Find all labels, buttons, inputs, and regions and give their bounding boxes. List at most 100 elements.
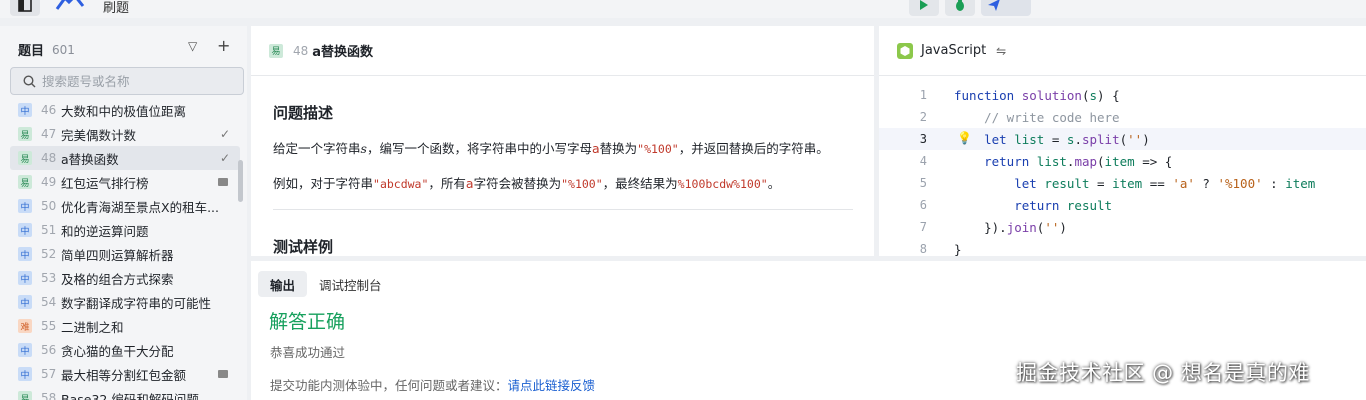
difficulty-badge: 中 <box>18 367 32 381</box>
output-tabs: 输出 调试控制台 <box>258 271 394 297</box>
logo-icon <box>55 0 87 14</box>
problem-name: 二进制之和 <box>61 319 124 335</box>
feedback-link[interactable]: 请点此链接反馈 <box>508 378 596 393</box>
list-item[interactable]: 易 48 a替换函数 ✓ <box>10 146 240 170</box>
add-icon[interactable]: + <box>217 36 230 55</box>
problem-count: 601 <box>52 42 75 57</box>
code-line: 5 let result = item == 'a' ? '%100' : it… <box>879 172 1366 194</box>
send-icon <box>988 0 1000 11</box>
difficulty-badge: 中 <box>18 271 32 285</box>
problem-description: 问题描述 给定一个字符串s，编写一个函数，将字符串中的小写字母a替换为"%100… <box>251 102 874 256</box>
problem-name: 和的逆运算问题 <box>61 223 149 239</box>
list-item[interactable]: 难 55 二进制之和 <box>10 314 240 338</box>
check-icon: ✓ <box>219 151 230 165</box>
problem-number: 58 <box>41 391 57 400</box>
line-number: 1 <box>919 88 927 102</box>
problem-number: 56 <box>41 343 57 357</box>
code-line: 6 return result <box>879 194 1366 216</box>
submit-button[interactable] <box>981 0 1031 16</box>
language-selector[interactable]: JavaScript <box>921 43 986 58</box>
problem-number: 48 <box>41 151 57 165</box>
tab-output[interactable]: 输出 <box>258 271 308 297</box>
problem-number: 49 <box>41 175 57 189</box>
line-number: 2 <box>919 110 927 124</box>
line-number: 7 <box>919 220 927 234</box>
in-progress-icon <box>218 178 228 186</box>
sidebar-toggle-button[interactable] <box>10 0 40 16</box>
filter-icon[interactable]: ▽ <box>188 39 197 53</box>
problem-name: Base32 编码和解码问题 <box>61 391 199 400</box>
tab-debug-console[interactable]: 调试控制台 <box>307 271 394 297</box>
problem-header: 易 48 a替换函数 <box>251 26 874 76</box>
result-message: 恭喜成功通过 <box>270 345 346 360</box>
description-heading: 问题描述 <box>273 104 334 122</box>
difficulty-badge: 易 <box>18 391 32 400</box>
problem-panel: 易 48 a替换函数 问题描述 给定一个字符串s，编写一个函数，将字符串中的小写… <box>251 26 874 256</box>
code-area[interactable]: 1 function solution(s) { 2 // write code … <box>879 84 1366 256</box>
difficulty-badge: 中 <box>18 247 32 261</box>
problem-number: 54 <box>41 295 57 309</box>
problem-title: a替换函数 <box>312 45 374 60</box>
feedback-text: 提交功能内测体验中，任何问题或者建议：请点此链接反馈 <box>270 378 596 393</box>
play-icon <box>920 0 928 10</box>
difficulty-badge: 中 <box>18 343 32 357</box>
difficulty-badge: 易 <box>18 151 32 165</box>
problem-number: 53 <box>41 271 57 285</box>
description-paragraph-2: 例如，对于字符串"abcdwa"，所有a字符会被替换为"%100"，最终结果为%… <box>273 176 781 191</box>
difficulty-badge: 易 <box>18 175 32 189</box>
list-item[interactable]: 易 49 红包运气排行榜 <box>10 170 240 194</box>
problem-name: 红包运气排行榜 <box>61 175 149 191</box>
list-item[interactable]: 中 56 贪心猫的鱼干大分配 <box>10 338 240 362</box>
test-case-heading: 测试样例 <box>273 238 334 256</box>
bug-icon <box>956 0 964 11</box>
lightbulb-icon[interactable]: 💡 <box>957 131 972 145</box>
problem-number: 47 <box>41 127 57 141</box>
watermark: 掘金技术社区 @ 想名是真的难 <box>1016 361 1310 385</box>
problem-number: 57 <box>41 367 57 381</box>
list-item[interactable]: 中 52 简单四则运算解析器 <box>10 242 240 266</box>
list-item[interactable]: 中 53 及格的组合方式探索 <box>10 266 240 290</box>
search-box[interactable] <box>10 67 244 95</box>
list-item[interactable]: 中 46 大数和中的极值位距离 <box>10 98 240 122</box>
search-input[interactable] <box>42 73 232 89</box>
page-title: 刷题 <box>103 1 130 16</box>
list-item[interactable]: 中 50 优化青海湖至景点X的租车... <box>10 194 240 218</box>
line-number: 3 <box>919 132 927 146</box>
code-line: 8} <box>879 238 1366 257</box>
list-item[interactable]: 易 47 完美偶数计数 ✓ <box>10 122 240 146</box>
problem-name: 优化青海湖至景点X的租车... <box>61 199 219 215</box>
line-number: 6 <box>919 198 927 212</box>
difficulty-badge: 中 <box>18 223 32 237</box>
problem-name: 贪心猫的鱼干大分配 <box>61 343 174 359</box>
sidebar-scrollbar[interactable] <box>238 160 243 202</box>
check-icon: ✓ <box>219 127 230 141</box>
sidebar-title: 题目 <box>18 44 45 59</box>
list-item[interactable]: 中 54 数字翻译成字符串的可能性 <box>10 290 240 314</box>
problem-name: 及格的组合方式探索 <box>61 271 174 287</box>
debug-button[interactable] <box>945 0 975 16</box>
problem-name: 大数和中的极值位距离 <box>61 103 187 119</box>
problem-number: 55 <box>41 319 57 333</box>
difficulty-badge: 中 <box>18 103 32 117</box>
problem-name: 最大相等分割红包金额 <box>61 367 187 383</box>
difficulty-badge: 难 <box>18 319 32 333</box>
problem-name: 完美偶数计数 <box>61 127 137 143</box>
difficulty-badge: 易 <box>18 127 32 141</box>
run-button[interactable] <box>909 0 939 16</box>
code-line: 2 // write code here <box>879 106 1366 128</box>
problem-name: a替换函数 <box>61 151 119 167</box>
line-number: 5 <box>919 176 927 190</box>
list-item[interactable]: 易 58 Base32 编码和解码问题 <box>10 386 240 400</box>
switch-language-icon[interactable]: ⇋ <box>996 44 1006 58</box>
nodejs-icon <box>897 42 913 59</box>
problem-name: 数字翻译成字符串的可能性 <box>61 295 212 311</box>
problem-name: 简单四则运算解析器 <box>61 247 174 263</box>
problem-number: 48 <box>293 43 309 58</box>
top-bar: 刷题 <box>0 0 1366 18</box>
list-item[interactable]: 中 51 和的逆运算问题 <box>10 218 240 242</box>
difficulty-badge: 易 <box>269 43 283 58</box>
list-item[interactable]: 中 57 最大相等分割红包金额 <box>10 362 240 386</box>
code-line-active: 3 💡 let list = s.split('') <box>879 128 1366 150</box>
description-paragraph-1: 给定一个字符串s，编写一个函数，将字符串中的小写字母a替换为"%100"，并返回… <box>273 141 829 156</box>
difficulty-badge: 中 <box>18 199 32 213</box>
